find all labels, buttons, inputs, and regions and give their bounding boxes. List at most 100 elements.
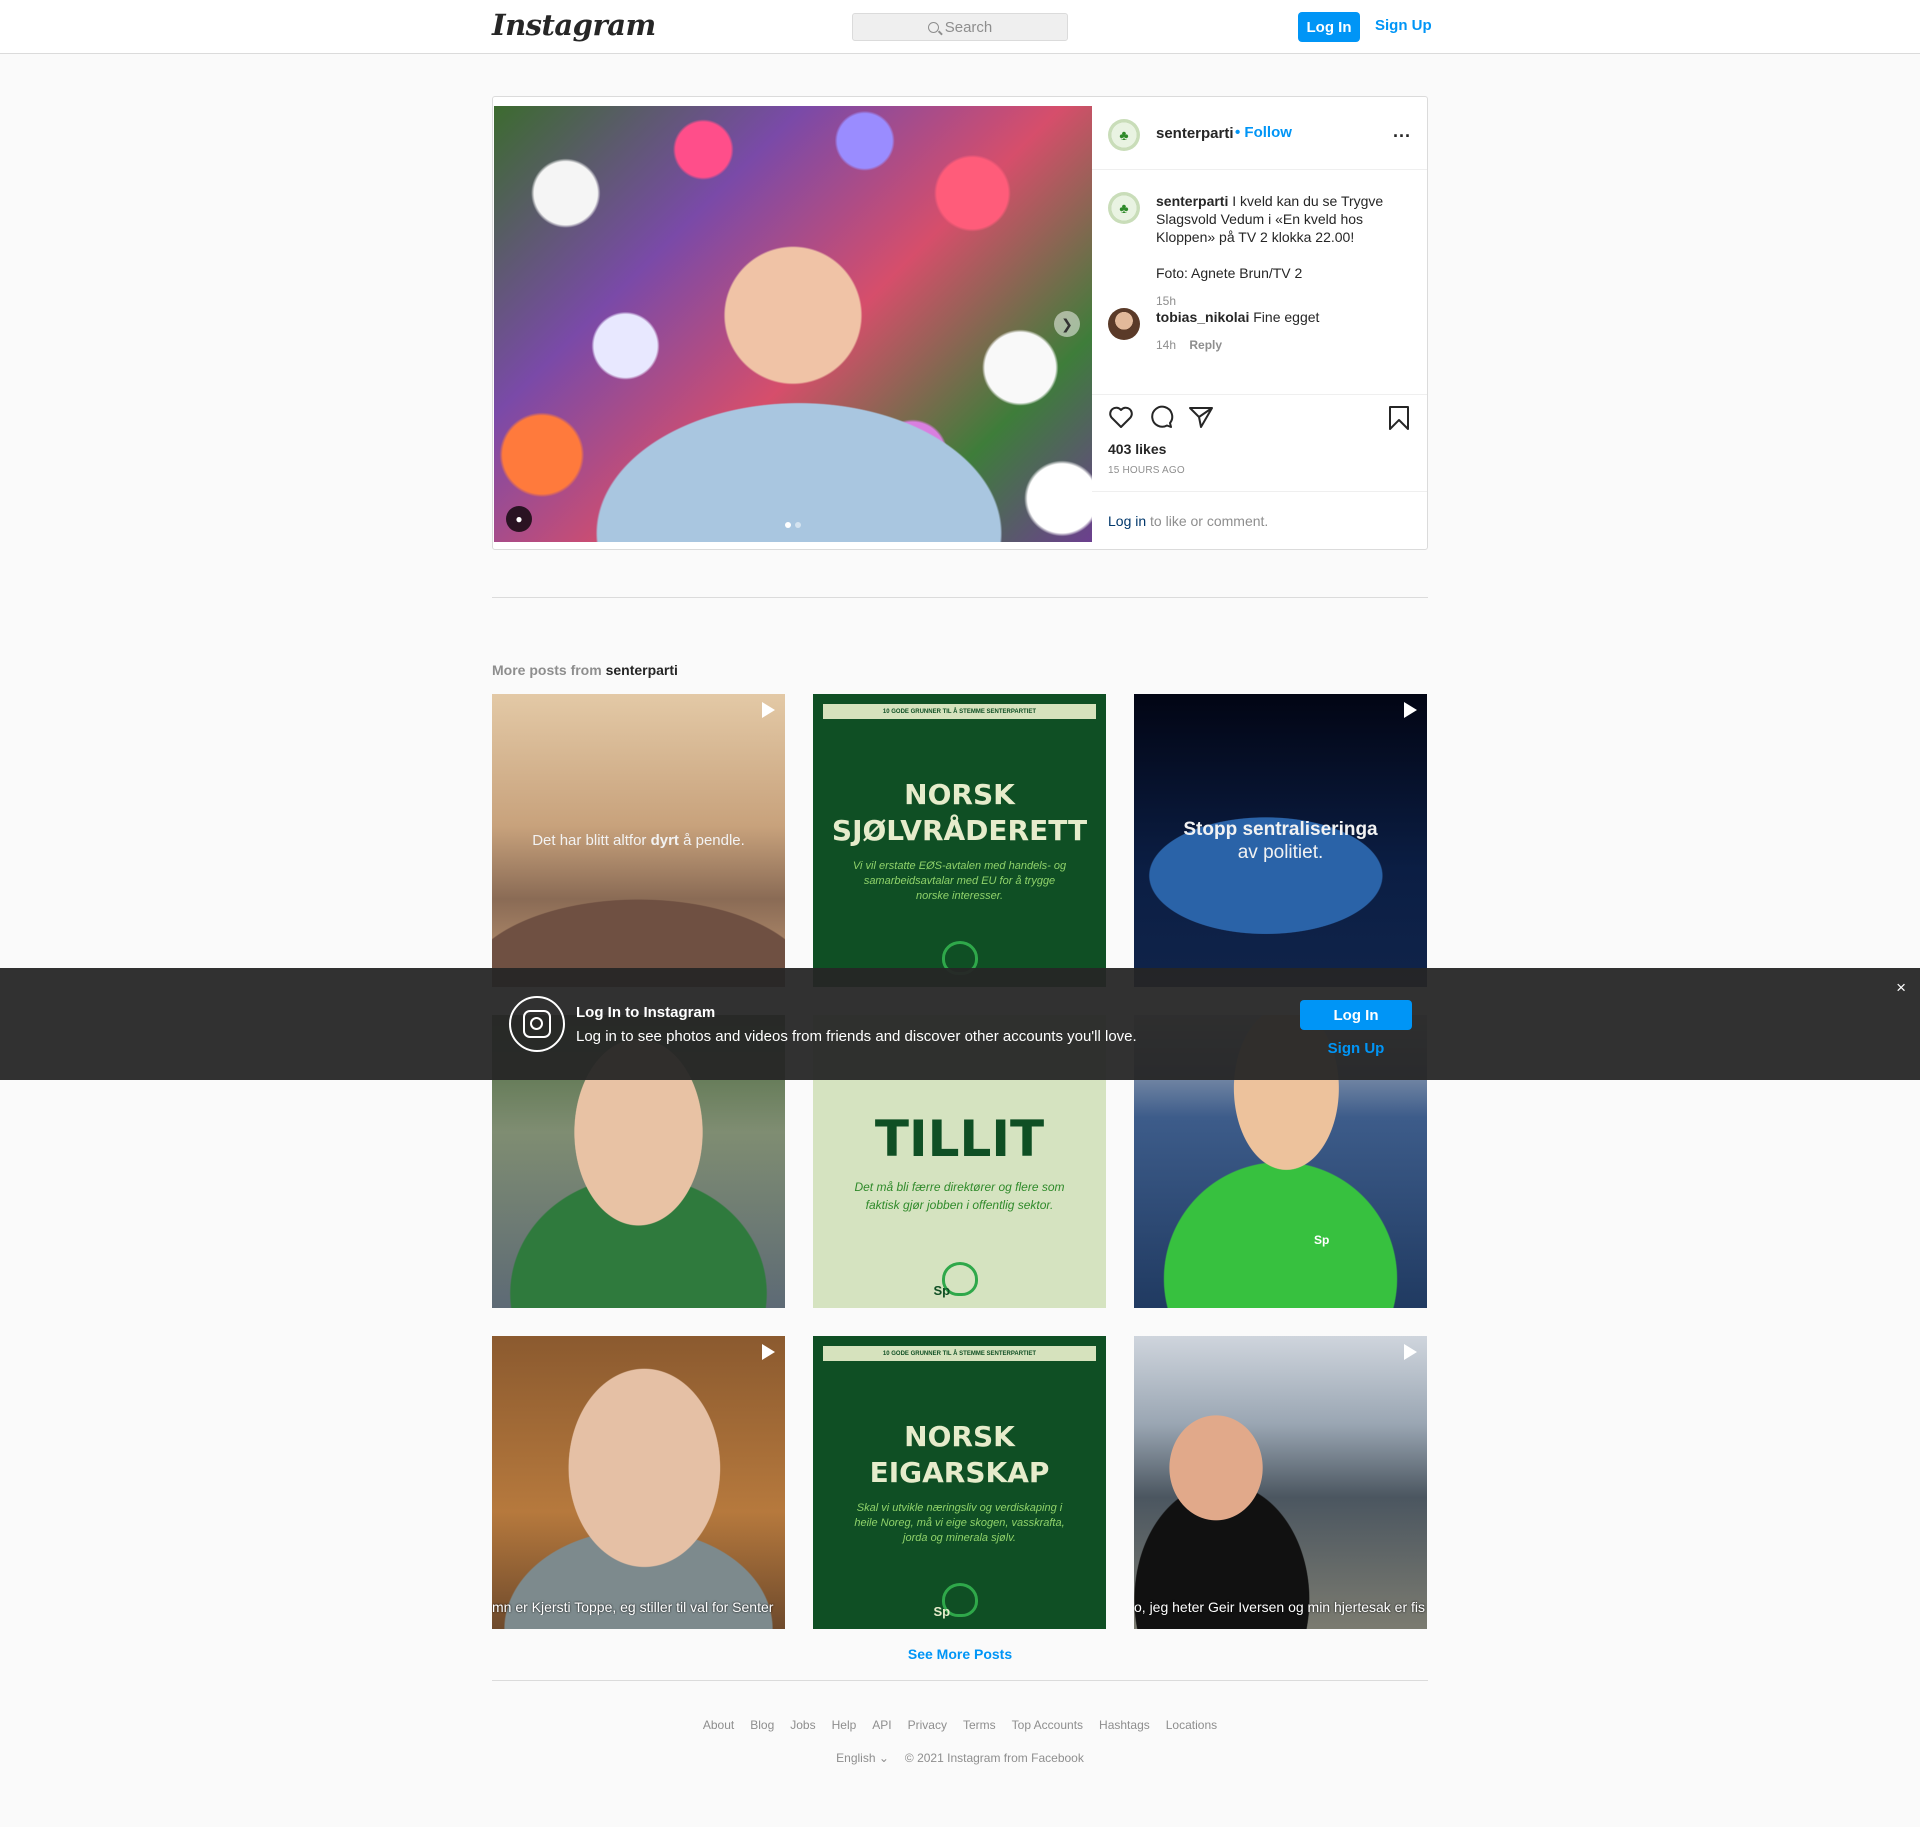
banner-subtitle: Log in to see photos and videos from fri… bbox=[576, 1028, 1137, 1045]
more-options-icon[interactable]: ... bbox=[1393, 121, 1411, 142]
language-select[interactable]: English ⌄ bbox=[836, 1751, 889, 1765]
footer-link[interactable]: Blog bbox=[750, 1718, 774, 1732]
chevron-down-icon: ⌄ bbox=[878, 1751, 889, 1765]
heart-icon[interactable] bbox=[1108, 405, 1134, 429]
login-link[interactable]: Log in bbox=[1108, 513, 1146, 529]
sp-logo-text: Sp bbox=[933, 1604, 951, 1619]
post-thumbnail[interactable]: Stopp sentraliseringa av politiet. bbox=[1134, 694, 1427, 987]
see-more-posts-link[interactable]: See More Posts bbox=[0, 1646, 1920, 1662]
avatar[interactable]: ♣ bbox=[1108, 119, 1140, 151]
search-placeholder: Search bbox=[944, 18, 993, 36]
thumbnail-text: Det har blitt altfor dyrt å pendle. bbox=[532, 832, 745, 849]
login-to-comment: Log in to like or comment. bbox=[1092, 491, 1427, 550]
comment-text: Fine egget bbox=[1253, 309, 1320, 325]
footer-link[interactable]: Top Accounts bbox=[1012, 1718, 1083, 1732]
thumbnail-headline: SJØLVRÅDERETT bbox=[831, 814, 1088, 847]
thumbnail-subtext: Skal vi utvikle næringsliv og verdiskapi… bbox=[854, 1502, 1065, 1544]
footer-link[interactable]: Privacy bbox=[908, 1718, 947, 1732]
footer-link[interactable]: About bbox=[703, 1718, 734, 1732]
copyright: © 2021 Instagram from Facebook bbox=[904, 1751, 1084, 1765]
signup-link[interactable]: Sign Up bbox=[1375, 17, 1432, 34]
carousel-indicator bbox=[785, 522, 801, 528]
post-thumbnail[interactable]: mn er Kjersti Toppe, eg stiller til val … bbox=[492, 1336, 785, 1629]
banner-signup-link[interactable]: Sign Up bbox=[1300, 1040, 1412, 1057]
close-icon[interactable]: × bbox=[1896, 978, 1906, 998]
post-thumbnail[interactable]: Det har blitt altfor dyrt å pendle. bbox=[492, 694, 785, 987]
more-posts-prefix: More posts from bbox=[492, 662, 606, 678]
footer-link[interactable]: API bbox=[872, 1718, 891, 1732]
comment-age: 14h bbox=[1156, 338, 1177, 352]
post-sidebar: ♣ senterparti • Follow ... ♣ senterparti… bbox=[1092, 97, 1427, 549]
comment-meta: 14h Reply bbox=[1156, 336, 1406, 354]
share-icon[interactable] bbox=[1188, 405, 1214, 429]
post-actions: 403 likes 15 HOURS AGO bbox=[1092, 394, 1427, 491]
thumbnail-subtext: Det må bli færre direktører og flere som… bbox=[854, 1179, 1065, 1212]
footer-bottom: English ⌄ © 2021 Instagram from Facebook bbox=[0, 1751, 1920, 1765]
section-divider bbox=[492, 597, 1428, 598]
user-tag-icon[interactable]: ● bbox=[506, 506, 532, 532]
comment: tobias_nikolai Fine egget 14h Reply bbox=[1108, 308, 1408, 352]
login-to-comment-text: Log in to like or comment. bbox=[1108, 513, 1268, 529]
post-timestamp: 15 HOURS AGO bbox=[1108, 465, 1185, 476]
post-thumbnail[interactable]: 10 GODE GRUNNER TIL Å STEMME SENTERPARTI… bbox=[813, 1336, 1106, 1629]
instagram-camera-icon bbox=[509, 996, 565, 1052]
thumbnail-headline: TILLIT bbox=[874, 1109, 1045, 1168]
thumbnail-band: 10 GODE GRUNNER TIL Å STEMME SENTERPARTI… bbox=[823, 704, 1096, 719]
footer-links: About Blog Jobs Help API Privacy Terms T… bbox=[0, 1718, 1920, 1732]
post-thumbnail[interactable]: o, jeg heter Geir Iversen og min hjertes… bbox=[1134, 1336, 1427, 1629]
login-banner: Log In to Instagram Log in to see photos… bbox=[0, 968, 1920, 1080]
thumbnail-text: Stopp sentraliseringa bbox=[1183, 818, 1378, 840]
post-photo[interactable]: ● ❯ bbox=[494, 106, 1092, 542]
thumbnail-band: 10 GODE GRUNNER TIL Å STEMME SENTERPARTI… bbox=[823, 1346, 1096, 1361]
follow-button[interactable]: • Follow bbox=[1235, 124, 1292, 141]
footer-divider bbox=[492, 1680, 1428, 1681]
search-icon bbox=[927, 21, 939, 33]
thumbnail-headline: NORSK bbox=[904, 1420, 1015, 1453]
comment-username[interactable]: tobias_nikolai bbox=[1156, 309, 1249, 325]
more-posts-heading: More posts from senterparti bbox=[492, 662, 678, 678]
thumbnail-headline: EIGARSKAP bbox=[869, 1456, 1050, 1489]
comment-icon[interactable] bbox=[1148, 405, 1174, 429]
post-card: ● ❯ ♣ senterparti • Follow ... ♣ senterp… bbox=[492, 96, 1428, 550]
thumbnail-caption: mn er Kjersti Toppe, eg stiller til val … bbox=[492, 1599, 774, 1615]
login-suffix: to like or comment. bbox=[1146, 513, 1269, 529]
thumbnail-caption: o, jeg heter Geir Iversen og min hjertes… bbox=[1134, 1599, 1426, 1615]
thumbnail-subtext: Vi vil erstatte EØS-avtalen med handels-… bbox=[852, 860, 1067, 902]
avatar[interactable]: ♣ bbox=[1108, 192, 1140, 224]
footer-link[interactable]: Hashtags bbox=[1099, 1718, 1150, 1732]
shirt-logo: Sp bbox=[1314, 1233, 1330, 1247]
play-icon bbox=[762, 1344, 775, 1360]
caption-body: senterparti I kveld kan du se Trygve Sla… bbox=[1156, 192, 1406, 310]
search-input[interactable]: Search bbox=[852, 13, 1068, 41]
footer-link[interactable]: Help bbox=[832, 1718, 857, 1732]
bookmark-icon[interactable] bbox=[1387, 405, 1411, 431]
login-button[interactable]: Log In bbox=[1298, 12, 1360, 42]
photo-credit: Foto: Agnete Brun/TV 2 bbox=[1156, 265, 1303, 281]
carousel-dot bbox=[785, 522, 791, 528]
likes-count[interactable]: 403 likes bbox=[1108, 441, 1166, 457]
carousel-next-icon[interactable]: ❯ bbox=[1054, 311, 1080, 337]
avatar[interactable] bbox=[1108, 308, 1140, 340]
footer-link[interactable]: Terms bbox=[963, 1718, 996, 1732]
post-header: ♣ senterparti • Follow ... bbox=[1092, 97, 1427, 170]
play-icon bbox=[1404, 702, 1417, 718]
post-thumbnail[interactable]: 10 GODE GRUNNER TIL Å STEMME SENTERPARTI… bbox=[813, 694, 1106, 987]
comments-list: ♣ senterparti I kveld kan du se Trygve S… bbox=[1092, 170, 1427, 393]
play-icon bbox=[1404, 1344, 1417, 1360]
play-icon bbox=[762, 702, 775, 718]
more-posts-user[interactable]: senterparti bbox=[606, 662, 678, 678]
thumbnail-headline: NORSK bbox=[904, 778, 1015, 811]
footer-link[interactable]: Jobs bbox=[790, 1718, 815, 1732]
action-icons bbox=[1108, 405, 1214, 429]
banner-login-button[interactable]: Log In bbox=[1300, 1000, 1412, 1030]
top-nav: Instagram Search Log In Sign Up bbox=[0, 0, 1920, 54]
post-username[interactable]: senterparti bbox=[1156, 125, 1234, 142]
thumbnail-text: av politiet. bbox=[1237, 841, 1324, 863]
reply-button[interactable]: Reply bbox=[1189, 338, 1222, 352]
instagram-logo[interactable]: Instagram bbox=[492, 8, 656, 42]
caption-username[interactable]: senterparti bbox=[1156, 193, 1228, 209]
footer-link[interactable]: Locations bbox=[1166, 1718, 1217, 1732]
banner-title: Log In to Instagram bbox=[576, 1004, 716, 1021]
carousel-dot bbox=[795, 522, 801, 528]
sp-logo-text: Sp bbox=[933, 1283, 951, 1298]
